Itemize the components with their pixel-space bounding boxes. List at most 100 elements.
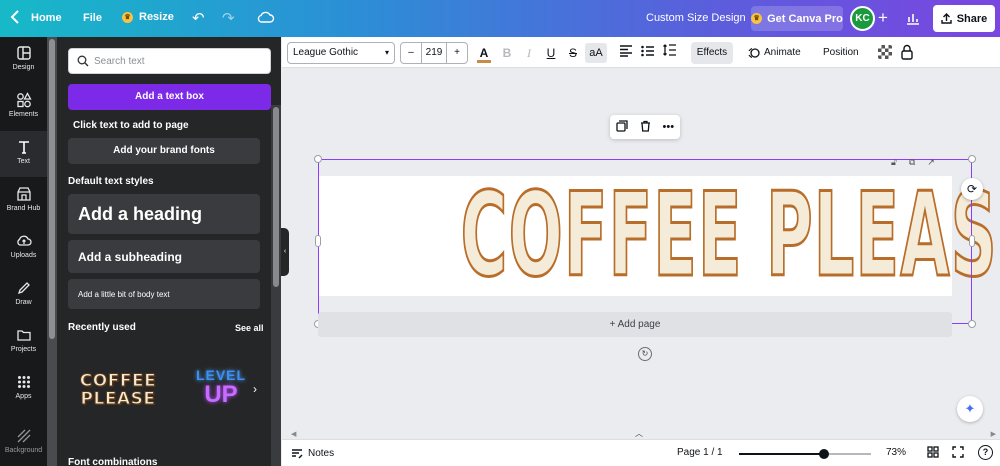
duplicate-page-icon[interactable]: ⧉ — [909, 157, 915, 168]
spacing-icon[interactable] — [662, 43, 678, 63]
fullscreen-icon[interactable] — [952, 446, 964, 461]
rail-item-uploads[interactable]: Uploads — [0, 225, 47, 271]
list-icon[interactable] — [640, 43, 656, 63]
recent-template-line: COFFEE — [79, 371, 157, 391]
rail-scrollbar[interactable] — [47, 37, 57, 466]
click-hint: Click text to add to page — [73, 120, 189, 131]
add-text-box-button[interactable]: Add a text box — [68, 84, 271, 110]
undo-icon[interactable]: ↶ — [192, 9, 205, 27]
canvas-workspace[interactable]: ••• COFFEE PLEASE 🔓︎ ⧉ ↗ ⟳ + Add page ↻ … — [289, 68, 1000, 439]
italic-button[interactable]: I — [522, 43, 536, 63]
animate-button[interactable]: Animate — [748, 42, 801, 64]
rail-item-projects[interactable]: Projects — [0, 319, 47, 365]
resize-handle-top-left[interactable] — [314, 155, 322, 163]
home-button[interactable]: Home — [31, 12, 62, 24]
search-input[interactable] — [94, 52, 264, 70]
grid-view-icon[interactable] — [927, 446, 939, 461]
zoom-slider-handle[interactable] — [819, 449, 830, 459]
rail-item-brand-hub[interactable]: Brand Hub — [0, 178, 47, 224]
selection-box — [318, 159, 972, 324]
recent-template-coffee[interactable]: COFFEE PLEASE — [77, 372, 159, 412]
rail-item-design[interactable]: Design — [0, 37, 47, 83]
refresh-icon[interactable]: ⟳ — [961, 178, 983, 200]
share-button[interactable]: Share — [933, 5, 995, 32]
see-all-link[interactable]: See all — [235, 323, 264, 333]
avatar[interactable]: KC — [850, 6, 875, 31]
more-options-icon[interactable]: ••• — [663, 121, 675, 133]
animate-label: Animate — [764, 47, 801, 58]
insights-icon[interactable] — [905, 10, 921, 26]
get-pro-label: Get Canva Pro — [767, 12, 843, 25]
chevron-up-icon[interactable]: ︿ — [635, 428, 643, 439]
chevron-left-icon[interactable] — [10, 10, 24, 26]
background-icon — [17, 429, 30, 443]
scrollbar-thumb[interactable] — [273, 107, 279, 287]
resize-button[interactable]: ♛ Resize — [122, 11, 174, 23]
scroll-left-icon[interactable]: ◀ — [291, 430, 296, 438]
add-brand-fonts-button[interactable]: Add your brand fonts — [68, 138, 260, 164]
redo-icon[interactable]: ↷ — [222, 9, 235, 27]
scroll-right-icon[interactable]: ▶ — [991, 430, 996, 438]
font-size-input[interactable]: 219 — [421, 43, 447, 63]
share-icon — [941, 13, 952, 24]
rail-item-apps[interactable]: Apps — [0, 366, 47, 412]
effects-button[interactable]: Effects — [691, 42, 733, 64]
bold-button[interactable]: B — [500, 43, 514, 63]
add-subheading-button[interactable]: Add a subheading — [68, 240, 260, 273]
text-toolbar: League Gothic ▾ – 219 + A B I U S aA Eff… — [282, 37, 1000, 68]
file-menu-button[interactable]: File — [83, 12, 102, 24]
magic-assistant-icon[interactable]: ✦ — [957, 396, 983, 422]
resize-handle-top-right[interactable] — [968, 155, 976, 163]
position-button[interactable]: Position — [823, 42, 859, 64]
chevron-right-icon[interactable]: › — [253, 382, 257, 396]
collapse-panel-handle[interactable]: ‹ — [281, 228, 289, 276]
zoom-level[interactable]: 73% — [886, 447, 906, 458]
panel-scrollbar[interactable] — [271, 105, 281, 466]
add-body-text-button[interactable]: Add a little bit of body text — [68, 279, 260, 309]
help-icon[interactable]: ? — [978, 445, 993, 460]
rotate-icon[interactable]: ↻ — [638, 347, 652, 361]
lock-icon[interactable]: 🔓︎ — [891, 157, 897, 168]
add-collaborator-icon[interactable]: + — [878, 8, 888, 28]
transparency-icon[interactable] — [878, 45, 892, 59]
rail-item-draw[interactable]: Draw — [0, 272, 47, 318]
cloud-save-icon[interactable] — [257, 10, 275, 24]
scrollbar-thumb[interactable] — [49, 39, 55, 339]
elements-icon — [16, 92, 32, 108]
page-indicator[interactable]: Page 1 / 1 — [677, 447, 723, 458]
design-icon — [16, 46, 31, 60]
font-family-dropdown[interactable]: League Gothic ▾ — [287, 42, 395, 64]
resize-handle-left[interactable] — [315, 235, 321, 247]
lock-icon[interactable] — [900, 44, 914, 60]
design-title[interactable]: Custom Size Design — [646, 12, 746, 24]
decrease-size-button[interactable]: – — [401, 43, 421, 63]
horizontal-scrollbar[interactable]: ◀ ▶ — [289, 430, 1000, 439]
add-page-button[interactable]: + Add page — [318, 312, 952, 337]
underline-button[interactable]: U — [544, 43, 558, 63]
recent-template-level-up[interactable]: LEVEL UP — [189, 367, 253, 415]
duplicate-icon[interactable] — [616, 119, 628, 135]
resize-handle-bottom-right[interactable] — [968, 320, 976, 328]
search-box — [68, 48, 271, 74]
notes-button[interactable]: Notes — [291, 447, 334, 459]
rail-item-elements[interactable]: Elements — [0, 84, 47, 130]
draw-icon — [17, 282, 30, 295]
animate-icon — [748, 47, 760, 59]
text-color-button[interactable]: A — [477, 43, 491, 63]
rail-label: Brand Hub — [6, 205, 41, 212]
text-icon — [18, 141, 29, 154]
share-page-icon[interactable]: ↗ — [927, 157, 935, 168]
rail-item-background[interactable]: Background — [0, 420, 47, 466]
brand-hub-icon — [16, 187, 31, 201]
get-pro-button[interactable]: ♛ Get Canva Pro — [751, 6, 843, 31]
rail-label: Draw — [15, 299, 32, 306]
align-left-icon[interactable] — [618, 43, 634, 63]
strikethrough-button[interactable]: S — [566, 43, 580, 63]
resize-handle-right[interactable] — [969, 235, 975, 247]
increase-size-button[interactable]: + — [447, 43, 467, 63]
trash-icon[interactable] — [640, 120, 651, 135]
letter-case-button[interactable]: aA — [585, 43, 607, 63]
rail-item-text[interactable]: Text — [0, 131, 47, 177]
notes-icon — [292, 449, 303, 459]
add-heading-button[interactable]: Add a heading — [68, 194, 260, 234]
